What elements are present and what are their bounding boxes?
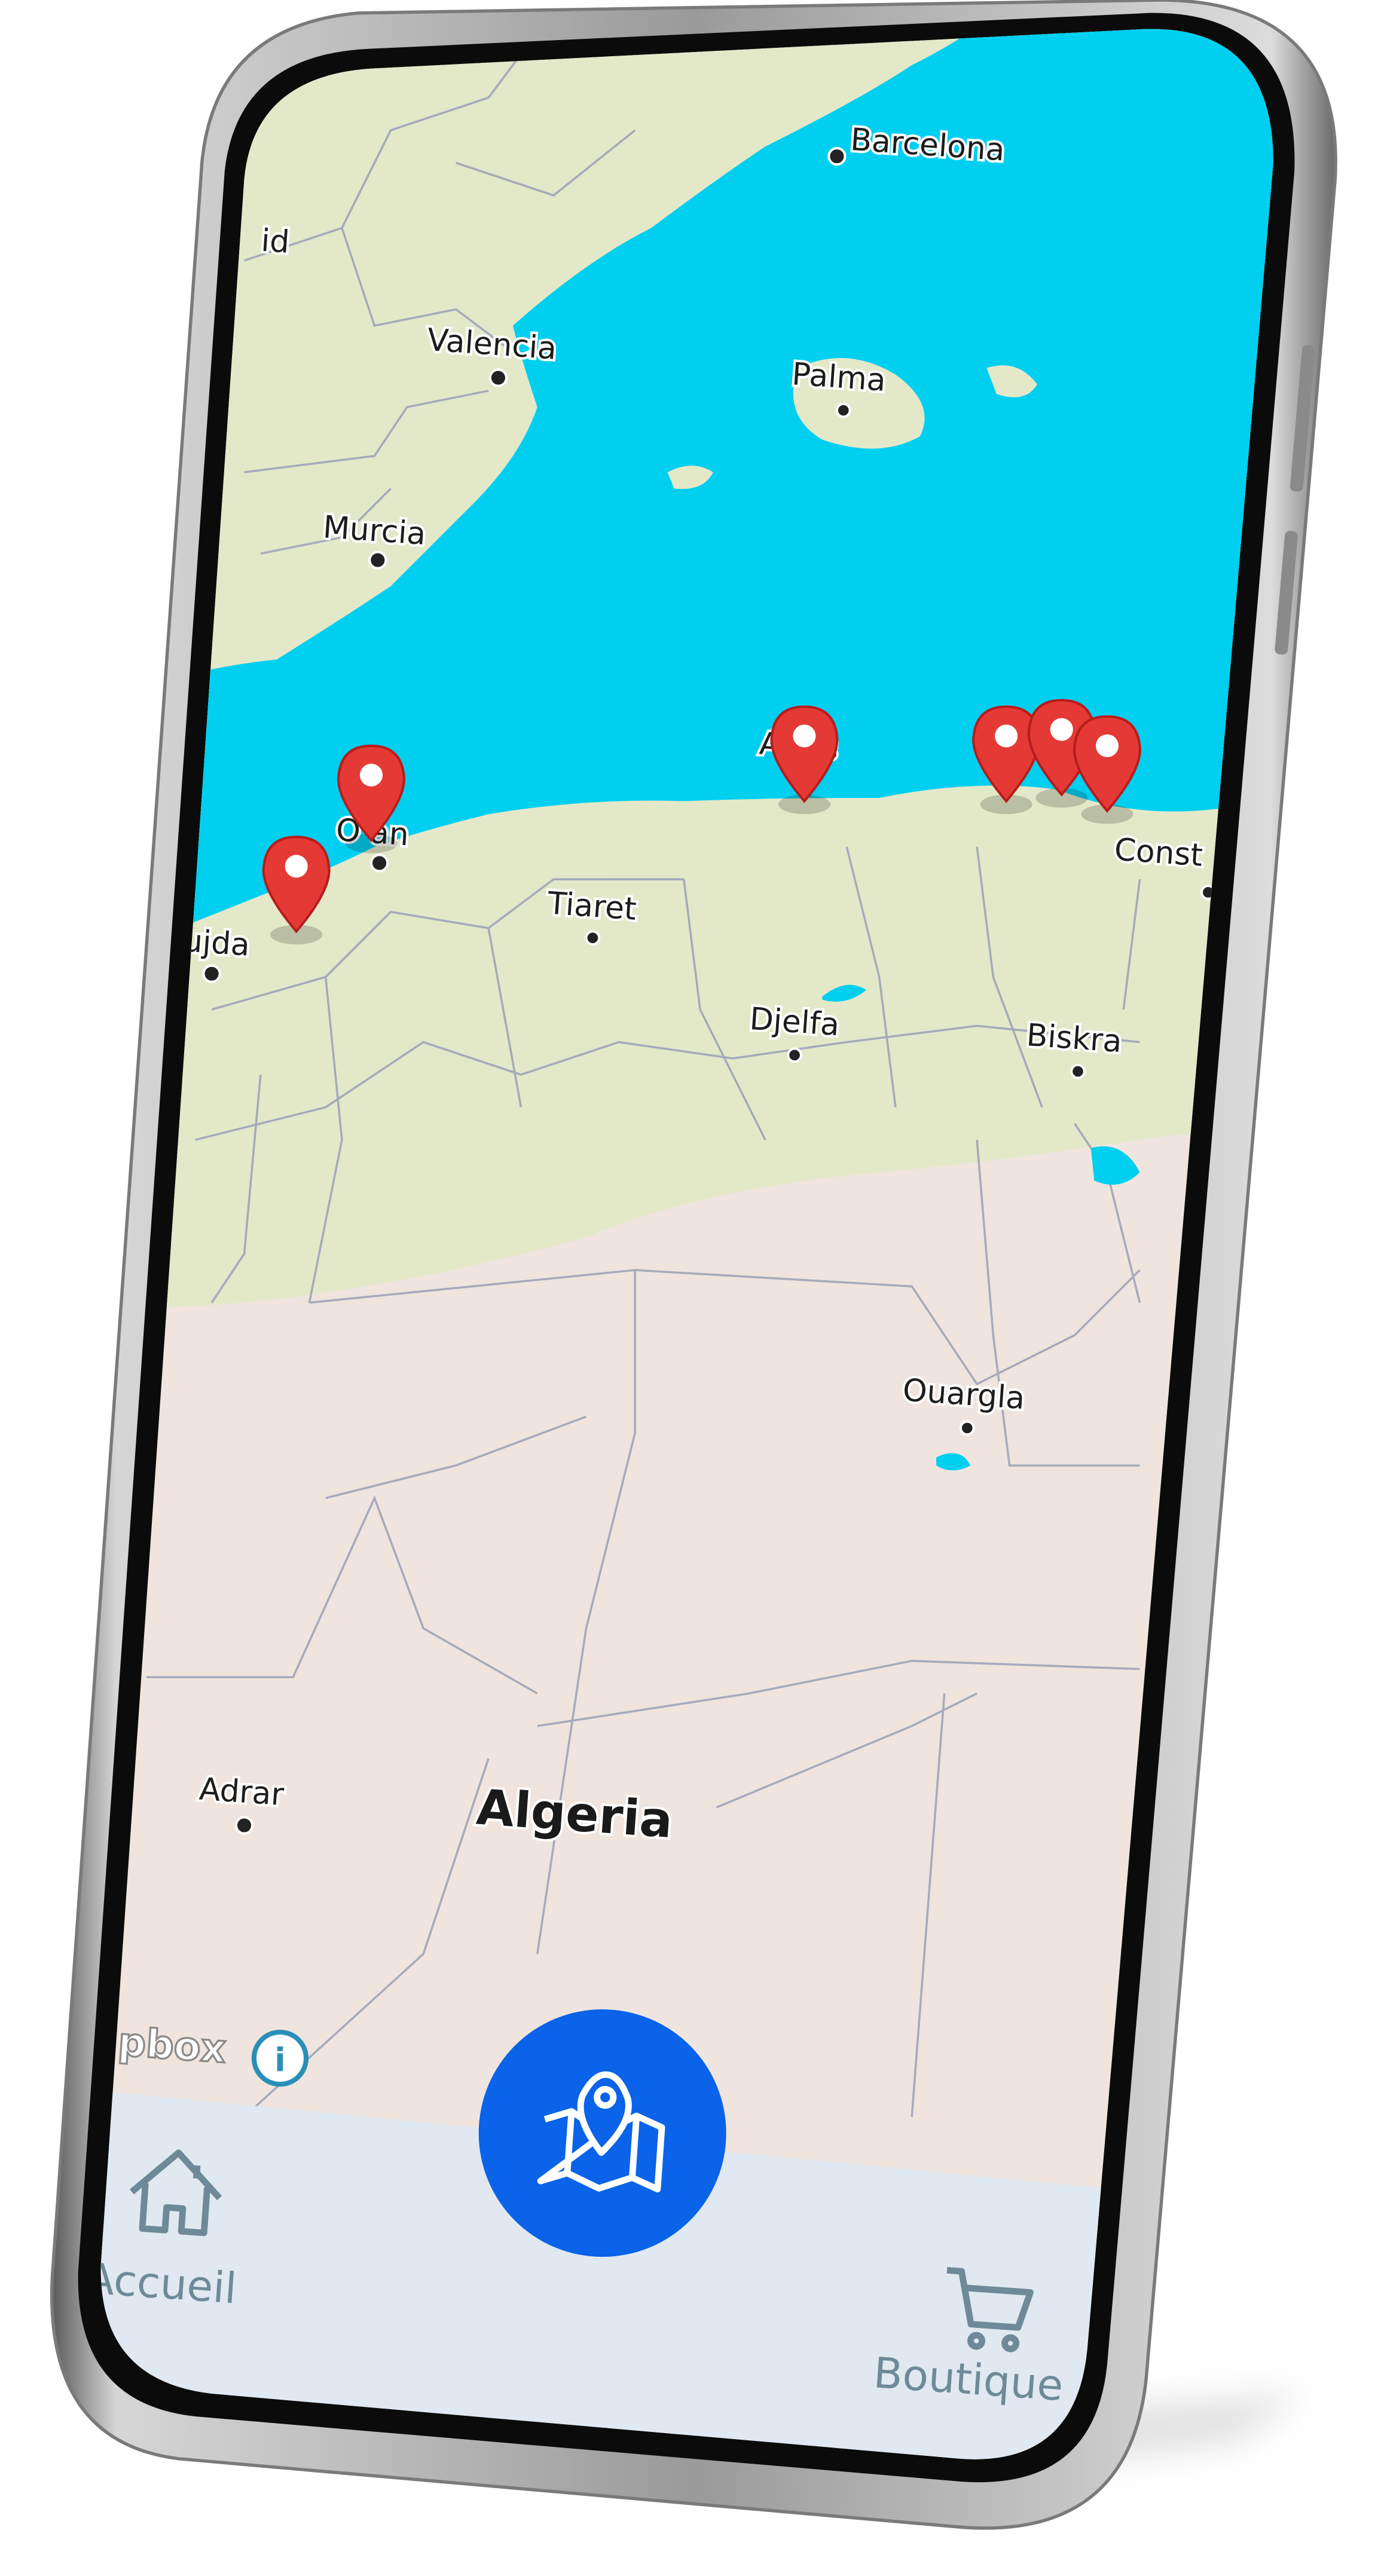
label-tiaret: Tiaret bbox=[546, 885, 637, 927]
nav-home-label: Accueil bbox=[84, 2253, 238, 2313]
city-dot-adrar[interactable] bbox=[234, 1816, 254, 1835]
city-dot-palma[interactable] bbox=[835, 402, 851, 418]
city-dot-tiaret[interactable] bbox=[585, 930, 601, 946]
label-biskra: Biskra bbox=[1025, 1017, 1123, 1060]
label-murcia: Murcia bbox=[322, 509, 427, 552]
map-pin-dot bbox=[793, 724, 816, 748]
city-dot-valencia[interactable] bbox=[488, 368, 508, 387]
label-adrar: Adrar bbox=[198, 1772, 285, 1813]
map-pin-dot bbox=[359, 763, 383, 787]
city-dot-ouargla[interactable] bbox=[959, 1420, 975, 1436]
nav-map-fab[interactable] bbox=[478, 2009, 726, 2257]
city-dot-oran[interactable] bbox=[369, 853, 389, 873]
city-dot-oujda[interactable] bbox=[202, 964, 221, 983]
label-madrid: id bbox=[260, 223, 291, 261]
info-icon[interactable]: i bbox=[251, 2029, 309, 2087]
city-dot-djelfa[interactable] bbox=[787, 1047, 803, 1063]
mapbox-attribution[interactable]: pbox bbox=[115, 2018, 228, 2073]
map-pin-dot bbox=[995, 724, 1018, 748]
label-constantine: Const bbox=[1113, 832, 1204, 874]
city-dot-biskra[interactable] bbox=[1070, 1063, 1086, 1079]
label-djelfa: Djelfa bbox=[748, 1001, 841, 1043]
city-dot-murcia[interactable] bbox=[368, 550, 387, 570]
phone-mockup: Barcelona Valencia Palma Murcia A ers O … bbox=[50, 0, 1337, 2530]
label-palma: Palma bbox=[791, 356, 887, 399]
map-pin-dot bbox=[1050, 718, 1073, 741]
city-dot-barcelona[interactable] bbox=[827, 146, 847, 166]
svg-text:i: i bbox=[274, 2040, 286, 2079]
map-pin-dot bbox=[285, 855, 308, 878]
map-pin-dot bbox=[1095, 734, 1119, 757]
